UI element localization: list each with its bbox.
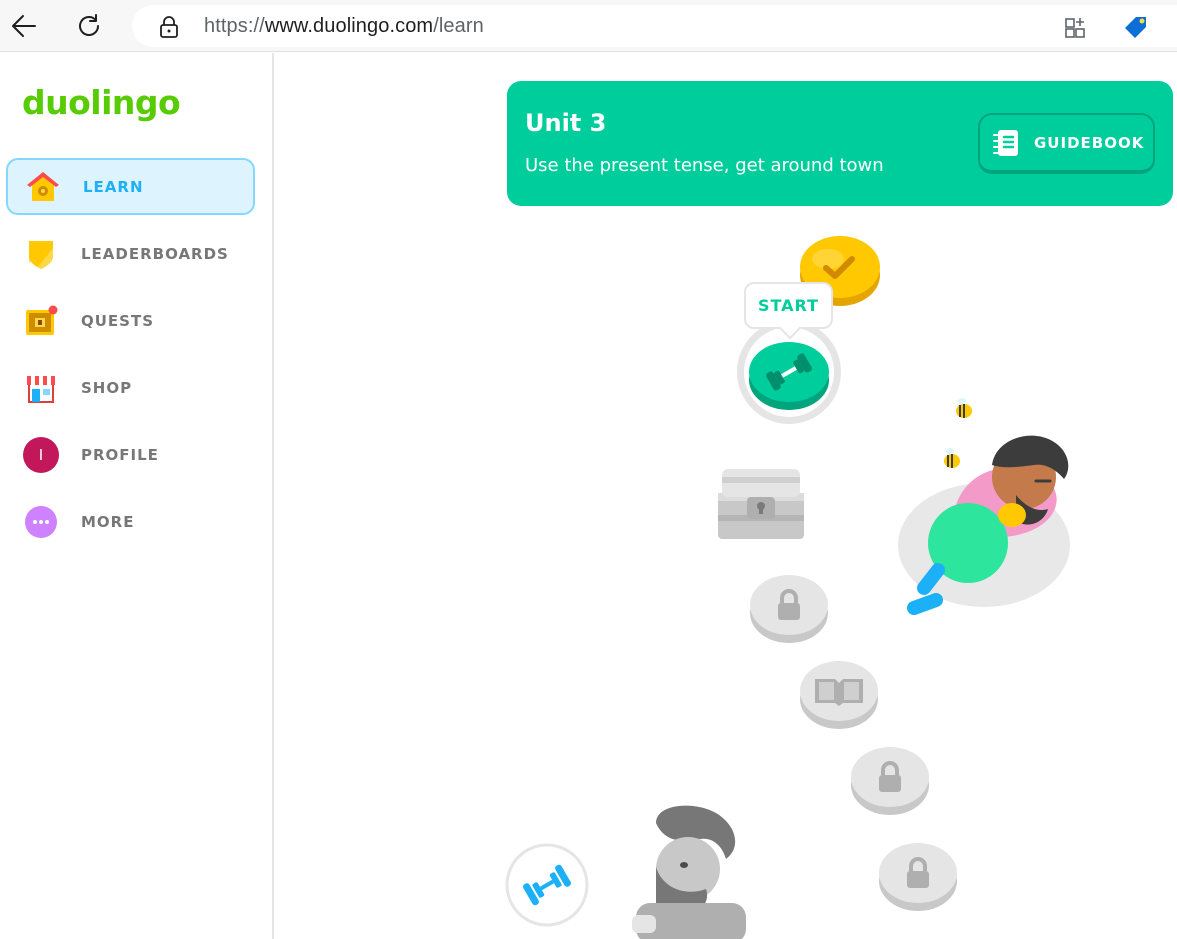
url-host: www.duolingo.com — [264, 15, 434, 37]
locked-lesson-node[interactable] — [878, 839, 958, 913]
practice-button[interactable] — [505, 843, 589, 927]
locked-character-illustration — [632, 805, 746, 939]
locked-lesson-node[interactable] — [749, 571, 829, 645]
tag-button[interactable] — [1120, 12, 1152, 44]
guidebook-button[interactable]: GUIDEBOOK — [978, 113, 1155, 174]
reload-icon — [79, 14, 99, 36]
home-icon — [24, 168, 62, 206]
shop-icon — [22, 369, 60, 407]
sidebar-item-leaderboards[interactable]: LEADERBOARDS — [6, 225, 255, 282]
sidebar-item-label: SHOP — [81, 378, 133, 397]
shield-icon — [22, 235, 60, 273]
duolingo-logo[interactable]: duolingo — [22, 83, 181, 122]
browser-toolbar: https://www.duolingo.com/learn — [0, 0, 1177, 52]
sidebar: duolingo LEARN LEADERBOARDS QUESTS SHOP … — [0, 53, 274, 939]
lock-icon[interactable] — [158, 15, 180, 39]
sidebar-item-label: MORE — [81, 512, 135, 531]
unit-title: Unit 3 — [525, 109, 607, 137]
locked-lesson-node[interactable] — [850, 743, 930, 817]
back-arrow-icon — [12, 15, 36, 37]
character-illustration — [898, 398, 1070, 615]
chest-icon — [747, 497, 775, 519]
guidebook-label: GUIDEBOOK — [1034, 134, 1145, 152]
tag-icon — [1125, 17, 1146, 38]
bee-icon — [944, 448, 960, 468]
unit-header: Unit 3 Use the present tense, get around… — [507, 81, 1173, 206]
add-tab-icon — [1065, 18, 1085, 38]
avatar-icon: I — [22, 436, 60, 474]
sidebar-item-label: QUESTS — [81, 311, 155, 330]
url-path: /learn — [433, 15, 484, 37]
book-icon — [815, 679, 863, 706]
address-bar[interactable]: https://www.duolingo.com/learn — [132, 5, 1177, 47]
back-button[interactable] — [6, 8, 42, 44]
start-label: START — [757, 296, 820, 315]
sidebar-item-quests[interactable]: QUESTS — [6, 292, 255, 349]
add-tab-button[interactable] — [1060, 12, 1092, 44]
sidebar-item-label: PROFILE — [81, 445, 159, 464]
url-scheme: https:// — [204, 15, 265, 37]
story-lesson-node[interactable] — [799, 657, 879, 731]
learn-main: Unit 3 Use the present tense, get around… — [276, 53, 1177, 939]
sidebar-item-label: LEARN — [83, 177, 144, 196]
unit-description: Use the present tense, get around town — [525, 155, 884, 176]
sidebar-item-label: LEADERBOARDS — [81, 244, 229, 263]
sidebar-item-shop[interactable]: SHOP — [6, 359, 255, 416]
sidebar-item-profile[interactable]: I PROFILE — [6, 426, 255, 483]
treasure-chest-icon — [22, 302, 60, 340]
bee-icon — [956, 398, 972, 418]
start-tooltip[interactable]: START — [744, 282, 833, 329]
notebook-icon — [993, 130, 1018, 156]
sidebar-item-more[interactable]: MORE — [6, 493, 255, 550]
url-text: https://www.duolingo.com/learn — [204, 15, 484, 38]
reload-button[interactable] — [71, 8, 107, 44]
avatar-letter: I — [38, 445, 44, 464]
sidebar-item-learn[interactable]: LEARN — [6, 158, 255, 215]
locked-chest-node[interactable] — [714, 463, 808, 543]
more-icon — [22, 503, 60, 541]
